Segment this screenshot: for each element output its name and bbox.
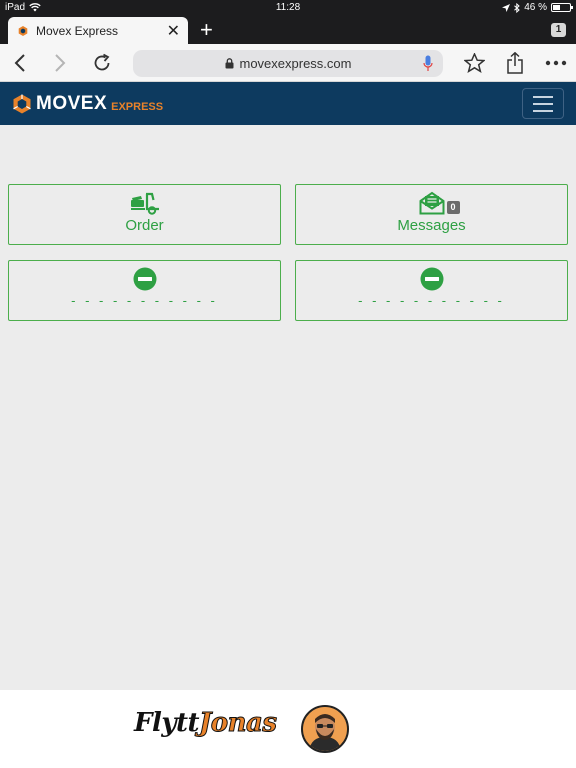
status-bar: iPad 11:28 46 % bbox=[0, 0, 576, 15]
reload-icon bbox=[94, 53, 110, 71]
brand-right-text: Jonas bbox=[198, 708, 277, 739]
tab-strip: Movex Express ✕ + 1 bbox=[0, 15, 576, 44]
microphone-icon[interactable] bbox=[423, 55, 433, 72]
footer: FlyttJonas bbox=[0, 690, 576, 768]
battery-percent: 46 % bbox=[524, 2, 547, 13]
tab-title: Movex Express bbox=[36, 23, 119, 38]
back-button[interactable] bbox=[7, 50, 33, 76]
address-bar[interactable]: movexexpress.com bbox=[133, 50, 443, 77]
messages-card[interactable]: 0 Messages bbox=[295, 184, 568, 245]
movex-logo-icon bbox=[13, 94, 31, 114]
clock: 11:28 bbox=[275, 2, 301, 13]
location-icon bbox=[502, 3, 511, 12]
url-text: movexexpress.com bbox=[239, 56, 352, 71]
brand-left-text: Flytt bbox=[134, 708, 199, 738]
reload-button[interactable] bbox=[89, 50, 115, 76]
bookmark-button[interactable] bbox=[461, 50, 487, 76]
logo-sub-text: EXPRESS bbox=[111, 101, 164, 113]
more-icon bbox=[545, 60, 567, 66]
share-icon bbox=[507, 52, 523, 74]
disabled-card-right[interactable]: - - - - - - - - - - - bbox=[295, 260, 568, 321]
avatar bbox=[301, 705, 349, 753]
messages-count-badge: 0 bbox=[446, 201, 460, 214]
placeholder-label: - - - - - - - - - - - bbox=[71, 293, 218, 308]
new-tab-button[interactable]: + bbox=[200, 17, 213, 43]
battery-icon bbox=[551, 3, 573, 12]
browser-tab[interactable]: Movex Express ✕ bbox=[8, 17, 188, 44]
bluetooth-icon bbox=[514, 2, 520, 13]
menu-toggle-button[interactable] bbox=[522, 88, 564, 119]
share-button[interactable] bbox=[502, 50, 528, 76]
disabled-card-left[interactable]: - - - - - - - - - - - bbox=[8, 260, 281, 321]
movex-favicon-icon bbox=[18, 25, 28, 36]
movex-logo[interactable]: MOVEX EXPRESS bbox=[12, 93, 163, 115]
browser-toolbar: movexexpress.com bbox=[0, 44, 576, 82]
messages-label: Messages bbox=[397, 217, 466, 234]
forward-button[interactable] bbox=[47, 50, 73, 76]
chevron-left-icon bbox=[14, 54, 25, 72]
flyttjonas-logo[interactable]: FlyttJonas bbox=[134, 708, 277, 739]
close-tab-icon[interactable]: ✕ bbox=[167, 21, 180, 41]
envelope-icon bbox=[419, 191, 444, 215]
order-card[interactable]: Order bbox=[8, 184, 281, 245]
lock-icon bbox=[225, 58, 233, 69]
logo-main-text: MOVEX bbox=[36, 93, 108, 114]
no-entry-icon bbox=[133, 267, 156, 291]
chevron-right-icon bbox=[55, 54, 66, 72]
placeholder-label: - - - - - - - - - - - bbox=[358, 293, 505, 308]
mascot-face-icon bbox=[303, 707, 347, 751]
forklift-icon bbox=[130, 192, 159, 215]
star-icon bbox=[463, 53, 485, 73]
more-button[interactable] bbox=[543, 50, 569, 76]
no-entry-icon bbox=[420, 267, 443, 291]
order-label: Order bbox=[125, 217, 164, 234]
site-header: MOVEX EXPRESS bbox=[0, 82, 576, 125]
tab-count-button[interactable]: 1 bbox=[551, 23, 566, 37]
